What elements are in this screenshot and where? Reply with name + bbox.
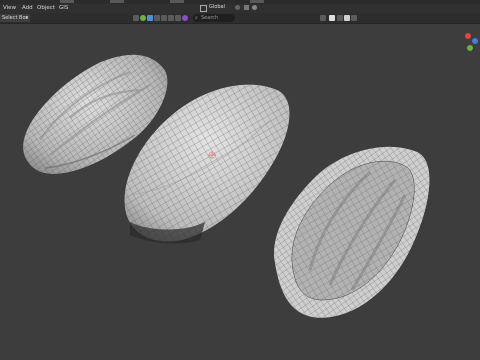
header-tab[interactable] [60,0,74,3]
header-tab[interactable] [170,0,184,3]
object-mode-icon[interactable] [140,15,146,21]
orientation-dropdown[interactable]: Global [209,3,225,12]
menu-add[interactable]: Add [20,4,35,13]
pecan-half-mesh[interactable] [273,146,431,319]
chevron-down-icon[interactable] [351,15,357,21]
header-tab[interactable] [110,0,124,3]
select-box-label: Select Box [2,15,29,21]
pivot-icon[interactable] [235,5,240,10]
select-icon[interactable] [147,15,153,21]
3d-viewport[interactable] [0,23,480,360]
move-icon[interactable] [161,15,167,21]
snap-icon[interactable] [244,5,249,10]
search-input[interactable]: ⌕ Search [193,14,235,22]
orientation-icon [200,5,207,12]
search-placeholder: Search [201,15,219,21]
proportional-edit-icon[interactable] [252,5,257,10]
menu-object[interactable]: Object [35,4,57,13]
rotate-icon[interactable] [168,15,174,21]
select-box-dropdown[interactable]: Select Box ▾ [0,14,30,22]
orientation-group: Global [200,3,260,12]
menu-gis[interactable]: GIS [57,4,70,13]
menu-view[interactable]: View [1,4,18,13]
filter-icon[interactable] [344,15,350,21]
display-icon[interactable] [329,15,335,21]
blender-window: View Add Object GIS Select Box ▾ ⌕ Searc… [0,0,480,360]
annotate-icon[interactable] [182,15,188,21]
cursor-icon[interactable] [154,15,160,21]
visibility-icon[interactable] [320,15,326,21]
search-icon: ⌕ [195,15,198,21]
scale-icon[interactable] [175,15,181,21]
chevron-down-icon: ▾ [25,15,28,21]
camera-icon[interactable] [337,15,343,21]
transform-icon[interactable] [133,15,139,21]
